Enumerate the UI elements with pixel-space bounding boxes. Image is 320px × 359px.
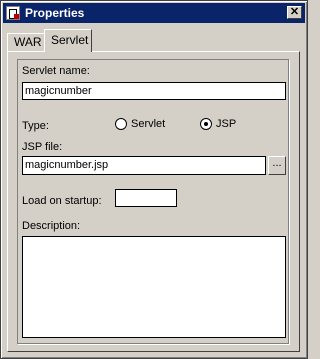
radio-jsp-label: JSP <box>216 118 237 130</box>
load-on-startup-input[interactable] <box>115 189 177 207</box>
type-label: Type: <box>22 120 49 132</box>
load-on-startup-label: Load on startup: <box>22 195 102 207</box>
browse-button[interactable]: ... <box>268 156 286 175</box>
radio-jsp[interactable] <box>200 118 212 130</box>
description-textarea[interactable] <box>22 236 286 338</box>
jsp-file-input[interactable]: magicnumber.jsp <box>22 156 266 175</box>
servlet-name-label: Servlet name: <box>22 65 90 77</box>
properties-document-icon <box>6 6 20 20</box>
properties-window: Properties ✕ WAR Servlet Servlet name: m… <box>0 0 308 359</box>
tab-servlet[interactable]: Servlet <box>44 29 92 52</box>
radio-servlet[interactable] <box>115 118 127 130</box>
servlet-name-input[interactable]: magicnumber <box>22 82 286 100</box>
jsp-file-label: JSP file: <box>22 141 63 153</box>
title-bar[interactable]: Properties ✕ <box>3 3 305 23</box>
radio-servlet-label: Servlet <box>131 118 166 130</box>
description-label: Description: <box>22 220 81 232</box>
servlet-panel: Servlet name: magicnumber Type: Servlet … <box>7 51 300 352</box>
window-title: Properties <box>25 6 85 20</box>
tab-war[interactable]: WAR <box>7 33 45 51</box>
close-button[interactable]: ✕ <box>287 6 302 19</box>
